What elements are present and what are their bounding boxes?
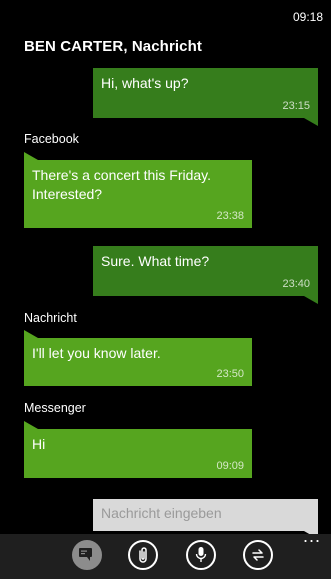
bubble-tail [24,152,38,160]
attach-icon [139,547,147,563]
app-bar: ... [0,526,331,579]
message-text: There's a concert this Friday. Intereste… [32,167,212,202]
bubble-tail [304,296,318,304]
message-time: 23:38 [216,210,244,222]
message-text: I'll let you know later. [32,345,161,361]
message-source-label: Messenger [24,401,86,415]
voice-button[interactable] [186,540,216,570]
swap-icon [252,549,264,561]
message-bubble-incoming[interactable]: I'll let you know later. 23:50 [24,330,252,386]
message-bubble-incoming[interactable]: There's a concert this Friday. Intereste… [24,152,252,228]
message-time: 09:09 [216,460,244,472]
message-bubble-outgoing[interactable]: Sure. What time? 23:40 [93,246,318,304]
message-source-label: Facebook [24,132,79,146]
switch-conversation-button[interactable] [72,540,102,570]
voice-icon [195,547,207,562]
message-text: Hi [32,436,46,452]
bubble-tail [304,118,318,126]
message-source-label: Nachricht [24,311,77,325]
message-input[interactable]: Nachricht eingeben [93,499,318,539]
thread-title: BEN CARTER, Nachricht [24,38,202,55]
bubble-tail [24,421,38,429]
bubble-tail [24,330,38,338]
message-time: 23:50 [216,368,244,380]
attach-button[interactable] [128,540,158,570]
message-time: 23:40 [282,278,310,290]
status-time: 09:18 [292,10,323,24]
message-input-placeholder: Nachricht eingeben [101,505,222,521]
message-bubble-outgoing[interactable]: Hi, what's up? 23:15 [93,68,318,126]
message-time: 23:15 [282,100,310,112]
swap-button[interactable] [243,540,273,570]
more-options-button[interactable]: ... [303,526,321,547]
message-text: Sure. What time? [101,253,210,269]
switch-conversation-icon [79,548,92,561]
message-text: Hi, what's up? [101,75,189,91]
message-bubble-incoming[interactable]: Hi 09:09 [24,421,252,478]
